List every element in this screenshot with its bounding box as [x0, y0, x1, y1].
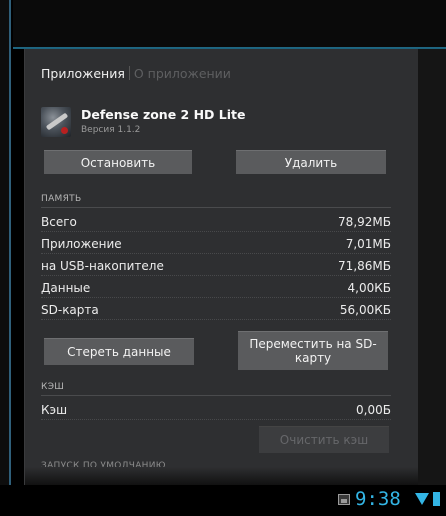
clear-data-button[interactable]: Стереть данные	[44, 338, 194, 365]
icon-dot	[61, 127, 68, 134]
row-value: 78,92МБ	[338, 215, 391, 229]
app-info-panel: Приложения О приложении Defense zone 2 HD…	[24, 49, 418, 485]
row-value: 0,00Б	[356, 403, 391, 417]
force-stop-button[interactable]: Остановить	[44, 150, 192, 174]
game-icon	[41, 107, 71, 137]
storage-divider	[41, 207, 391, 208]
wifi-icon	[415, 493, 429, 505]
screenshot-notification-icon[interactable]	[338, 494, 350, 505]
tab-applications[interactable]: Приложения	[41, 66, 125, 81]
row-value: 56,00КБ	[339, 303, 391, 317]
uninstall-button[interactable]: Удалить	[236, 150, 386, 174]
row-label: SD-карта	[41, 303, 99, 317]
right-panel-edge	[418, 49, 446, 485]
row-label: Приложение	[41, 237, 122, 251]
app-version: Версия 1.1.2	[81, 125, 141, 135]
app-name: Defense zone 2 HD Lite	[81, 107, 246, 122]
row-label: Данные	[41, 281, 91, 295]
row-label: Всего	[41, 215, 77, 229]
system-bar: 9:38	[0, 485, 446, 516]
storage-row-usb: на USB-накопителе 71,86МБ	[41, 256, 391, 276]
row-value: 7,01МБ	[345, 237, 391, 251]
move-to-sd-button[interactable]: Переместить на SD-карту	[238, 331, 388, 370]
row-label: на USB-накопителе	[41, 259, 164, 273]
storage-header: ПАМЯТЬ	[41, 194, 82, 204]
row-value: 4,00КБ	[347, 281, 391, 295]
tab-separator	[128, 66, 130, 80]
storage-row-data: Данные 4,00КБ	[41, 278, 391, 298]
storage-row-app: Приложение 7,01МБ	[41, 234, 391, 254]
clock[interactable]: 9:38	[355, 488, 401, 510]
clear-cache-button[interactable]: Очистить кэш	[259, 426, 389, 453]
panel-bottom-fade	[25, 467, 418, 485]
cache-row: Кэш 0,00Б	[41, 400, 391, 420]
action-bar	[13, 0, 446, 48]
row-value: 71,86МБ	[338, 259, 391, 273]
storage-row-total: Всего 78,92МБ	[41, 212, 391, 232]
row-label: Кэш	[41, 403, 68, 417]
cache-divider	[41, 395, 391, 396]
storage-row-sd: SD-карта 56,00КБ	[41, 300, 391, 320]
cache-header: КЭШ	[41, 382, 65, 392]
breadcrumb: Приложения О приложении	[41, 66, 231, 81]
tab-about-app[interactable]: О приложении	[134, 66, 231, 81]
battery-icon	[433, 492, 440, 506]
left-panel-edge	[0, 0, 11, 485]
